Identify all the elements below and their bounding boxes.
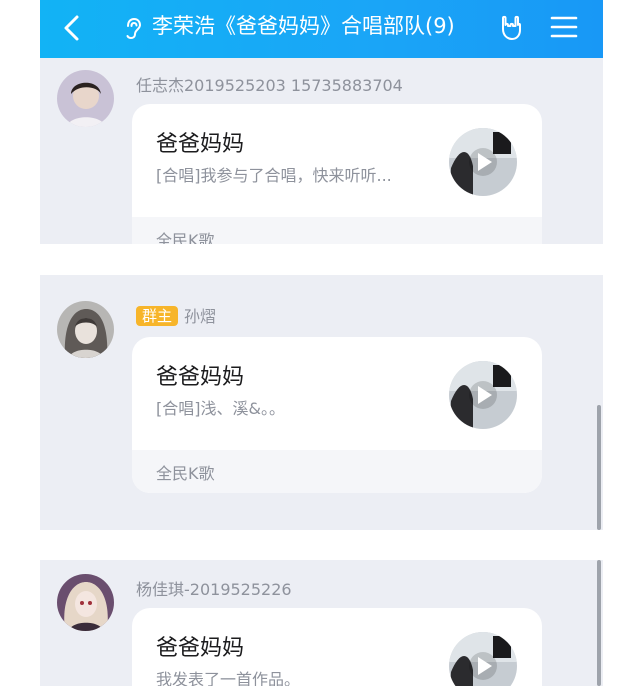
top-nav-bar: 李荣浩《爸爸妈妈》合唱部队(9) bbox=[40, 0, 603, 58]
song-thumbnail[interactable] bbox=[449, 632, 517, 686]
scrollbar[interactable] bbox=[597, 405, 601, 530]
chevron-left-icon bbox=[64, 15, 79, 41]
menu-button[interactable] bbox=[550, 14, 578, 40]
ear-icon bbox=[122, 16, 144, 40]
sender-name: 任志杰2019525203 15735883704 bbox=[136, 76, 403, 95]
song-title: 爸爸妈妈 bbox=[156, 636, 245, 661]
song-desc: [合唱]我参与了合唱，快来听听... bbox=[156, 166, 392, 185]
card-source: 全民K歌 bbox=[156, 464, 215, 483]
card-source: 全民K歌 bbox=[156, 231, 215, 244]
card-footer: 全民K歌 bbox=[132, 217, 542, 244]
sender-name: 杨佳琪-2019525226 bbox=[136, 580, 292, 599]
song-card[interactable]: 爸爸妈妈 我发表了一首作品。 bbox=[132, 608, 542, 686]
chat-message: 杨佳琪-2019525226 爸爸妈妈 我发表了一首作品。 bbox=[40, 560, 603, 686]
sender-line: 群主 孙熠 bbox=[136, 303, 216, 327]
rock-hand-icon[interactable] bbox=[496, 13, 526, 43]
card-footer: 全民K歌 bbox=[132, 450, 542, 493]
sender-name: 孙熠 bbox=[184, 307, 217, 326]
song-title: 爸爸妈妈 bbox=[156, 132, 245, 157]
menu-icon bbox=[550, 16, 578, 38]
group-owner-badge: 群主 bbox=[136, 306, 179, 326]
song-desc: 我发表了一首作品。 bbox=[156, 670, 301, 686]
scrollbar[interactable] bbox=[597, 560, 601, 686]
song-title: 爸爸妈妈 bbox=[156, 365, 245, 390]
avatar[interactable] bbox=[57, 301, 114, 358]
back-button[interactable] bbox=[58, 13, 86, 43]
avatar[interactable] bbox=[57, 70, 114, 127]
song-card[interactable]: 爸爸妈妈 [合唱]我参与了合唱，快来听听... 全民K歌 bbox=[132, 104, 542, 244]
chat-message: 群主 孙熠 爸爸妈妈 [合唱]浅、溪&。。 全民K歌 bbox=[40, 275, 603, 530]
song-thumbnail[interactable] bbox=[449, 361, 517, 429]
song-thumbnail[interactable] bbox=[449, 128, 517, 196]
chat-title: 李荣浩《爸爸妈妈》合唱部队(9) bbox=[152, 14, 455, 38]
song-card[interactable]: 爸爸妈妈 [合唱]浅、溪&。。 全民K歌 bbox=[132, 337, 542, 493]
avatar[interactable] bbox=[57, 574, 114, 631]
song-desc: [合唱]浅、溪&。。 bbox=[156, 399, 285, 418]
chat-message: 任志杰2019525203 15735883704 爸爸妈妈 [合唱]我参与了合… bbox=[40, 58, 603, 244]
